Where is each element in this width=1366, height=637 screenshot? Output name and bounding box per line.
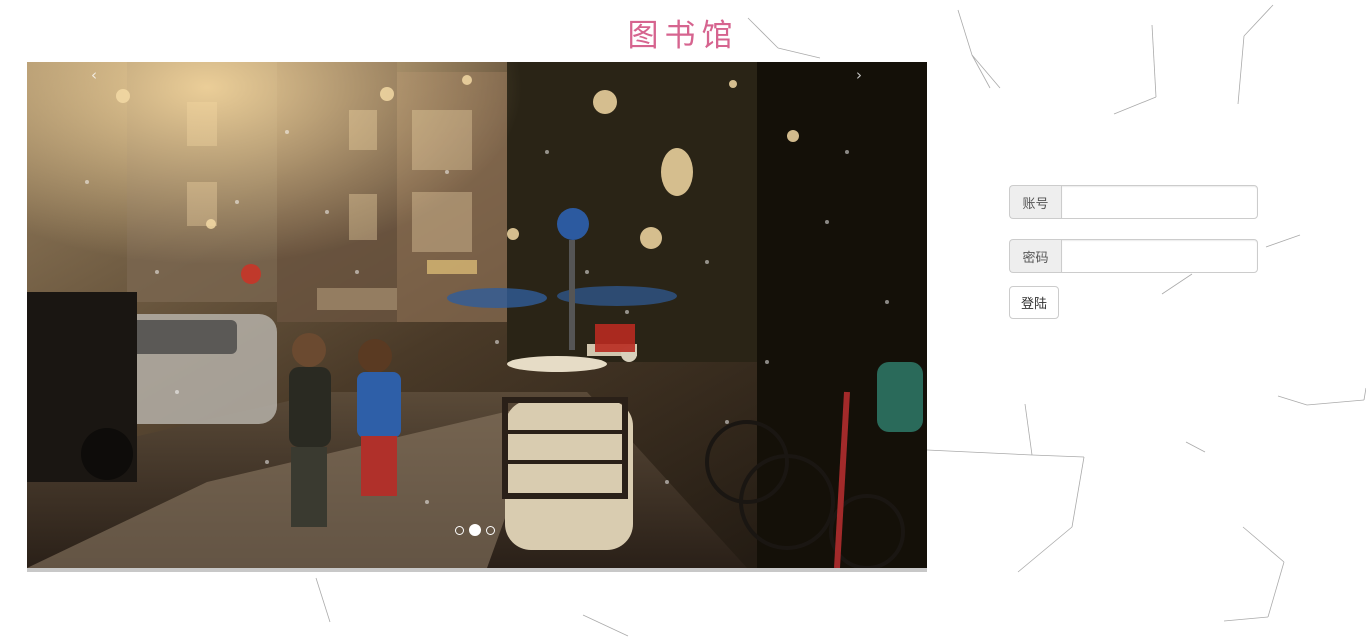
carousel-indicator-1[interactable] bbox=[455, 525, 464, 535]
carousel-next-button[interactable]: › bbox=[856, 66, 862, 84]
login-page: 图书馆 ‹ › 账号 密码 登陆 bbox=[0, 0, 1366, 637]
login-button[interactable]: 登陆 bbox=[1009, 286, 1060, 319]
account-input[interactable] bbox=[1061, 185, 1258, 219]
password-input-group: 密码 bbox=[1009, 239, 1258, 273]
login-form: 账号 密码 登陆 bbox=[1009, 185, 1258, 319]
carousel-indicator-2[interactable] bbox=[469, 524, 481, 536]
carousel-prev-button[interactable]: ‹ bbox=[91, 66, 97, 84]
account-input-group: 账号 bbox=[1009, 185, 1258, 219]
password-input[interactable] bbox=[1061, 239, 1258, 273]
carousel-indicators bbox=[455, 524, 495, 536]
image-carousel[interactable]: ‹ › bbox=[27, 62, 927, 572]
password-label: 密码 bbox=[1009, 239, 1061, 273]
page-title: 图书馆 bbox=[627, 18, 739, 54]
account-label: 账号 bbox=[1009, 185, 1061, 219]
carousel-slide-image bbox=[27, 62, 927, 568]
carousel-indicator-3[interactable] bbox=[486, 525, 495, 535]
